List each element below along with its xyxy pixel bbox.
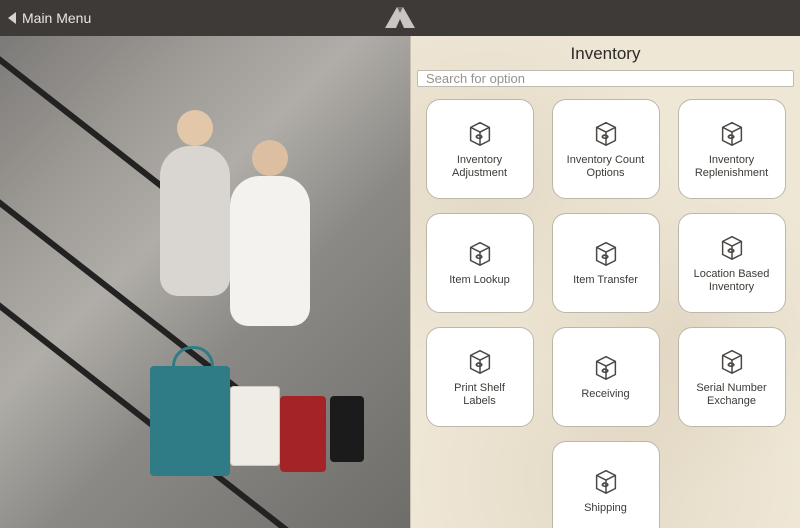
box-icon [465,238,495,268]
tile-serial-number-exchange[interactable]: Serial Number Exchange [678,327,786,427]
hero-image [0,36,410,528]
box-icon [591,352,621,382]
tile-label: Receiving [581,388,629,401]
tile-inventory-adjustment[interactable]: Inventory Adjustment [426,99,534,199]
tile-location-based-inventory[interactable]: Location Based Inventory [678,213,786,313]
inventory-panel: Inventory Inventory Adjustment Inventory… [410,36,800,528]
tile-receiving[interactable]: Receiving [552,327,660,427]
tile-label: Item Transfer [573,274,638,287]
tile-label: Shipping [584,502,627,515]
box-icon [717,118,747,148]
app-logo-icon [383,6,417,30]
tile-label: Serial Number Exchange [696,382,766,408]
box-icon [717,232,747,262]
tile-inventory-count-options[interactable]: Inventory Count Options [552,99,660,199]
tile-shipping[interactable]: Shipping [552,441,660,528]
box-icon [591,118,621,148]
tile-label: Inventory Count Options [567,154,645,180]
tile-print-shelf-labels[interactable]: Print Shelf Labels [426,327,534,427]
box-icon [591,466,621,496]
tile-label: Item Lookup [449,274,510,287]
top-bar: Main Menu [0,0,800,36]
tile-label: Inventory Replenishment [695,154,768,180]
tile-grid: Inventory Adjustment Inventory Count Opt… [411,99,800,528]
box-icon [465,118,495,148]
breadcrumb-main-menu[interactable]: Main Menu [22,10,91,26]
tile-item-transfer[interactable]: Item Transfer [552,213,660,313]
box-icon [591,238,621,268]
search-input[interactable] [417,70,794,87]
tile-item-lookup[interactable]: Item Lookup [426,213,534,313]
box-icon [717,346,747,376]
tile-label: Print Shelf Labels [454,382,505,408]
tile-label: Inventory Adjustment [452,154,507,180]
tile-inventory-replenishment[interactable]: Inventory Replenishment [678,99,786,199]
back-chevron-icon[interactable] [8,12,16,24]
panel-title: Inventory [411,36,800,70]
tile-label: Location Based Inventory [694,268,770,294]
box-icon [465,346,495,376]
